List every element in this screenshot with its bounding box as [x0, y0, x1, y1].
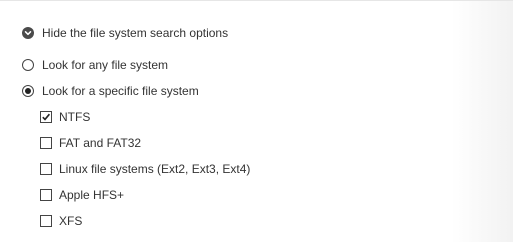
checkbox-hfs[interactable]: Apple HFS+: [40, 185, 124, 205]
radio-label: Look for any file system: [42, 58, 169, 72]
checkbox-label: NTFS: [59, 110, 91, 124]
checkbox-label: Linux file systems (Ext2, Ext3, Ext4): [59, 162, 251, 176]
radio-button[interactable]: [22, 59, 34, 71]
file-system-search-options-panel: Hide the file system search options Look…: [0, 0, 513, 242]
checkbox[interactable]: [40, 111, 52, 123]
checkbox-xfs[interactable]: XFS: [40, 211, 82, 231]
checkbox-fat[interactable]: FAT and FAT32: [40, 133, 141, 153]
hide-search-options-toggle[interactable]: Hide the file system search options: [22, 23, 228, 43]
checkbox[interactable]: [40, 189, 52, 201]
checkbox[interactable]: [40, 215, 52, 227]
checkbox-ntfs[interactable]: NTFS: [40, 107, 90, 127]
radio-button[interactable]: [22, 85, 34, 97]
checkbox[interactable]: [40, 137, 52, 149]
radio-any-file-system[interactable]: Look for any file system: [22, 55, 168, 75]
checkbox-label: Apple HFS+: [59, 188, 125, 202]
radio-label: Look for a specific file system: [42, 84, 199, 98]
toggle-label: Hide the file system search options: [42, 26, 229, 40]
radio-specific-file-system[interactable]: Look for a specific file system: [22, 81, 199, 101]
checkbox-linux[interactable]: Linux file systems (Ext2, Ext3, Ext4): [40, 159, 250, 179]
chevron-down-icon: [22, 27, 34, 39]
checkbox[interactable]: [40, 163, 52, 175]
checkbox-label: XFS: [59, 214, 83, 228]
checkbox-label: FAT and FAT32: [59, 136, 142, 150]
